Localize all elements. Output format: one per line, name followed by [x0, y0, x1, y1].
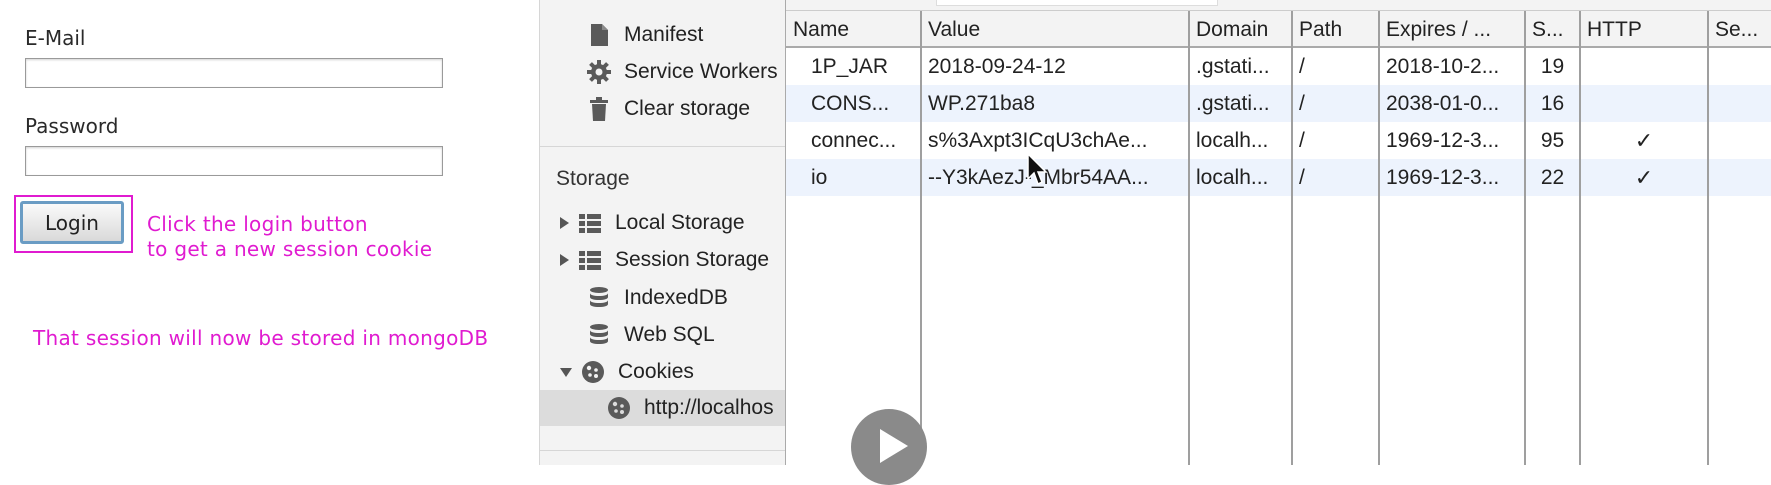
sidebar-item-label: Cookies [618, 360, 694, 383]
gear-icon [586, 59, 612, 85]
storage-section-header: Storage [556, 167, 630, 190]
document-icon [586, 22, 612, 48]
cell-http [1580, 48, 1708, 85]
cell-name: CONS... [811, 92, 890, 115]
column-header-http[interactable]: HTTP [1580, 11, 1708, 48]
cell-secure [1708, 85, 1771, 122]
column-divider[interactable] [920, 11, 922, 465]
grid-icon [577, 210, 603, 236]
sidebar-item-label: Local Storage [615, 211, 745, 234]
devtools-sidebar: Manifest Service Workers Clear storage S… [539, 0, 786, 465]
table-row[interactable]: CONS... WP.271ba8 .gstati... / 2038-01-0… [786, 85, 1771, 122]
cell-path: / [1299, 92, 1305, 115]
sidebar-item-label: Service Workers [624, 60, 778, 83]
column-divider[interactable] [1378, 11, 1380, 465]
cell-domain: localh... [1196, 166, 1269, 189]
cell-domain: localh... [1196, 129, 1269, 152]
table-toolbar [786, 0, 1771, 11]
column-divider[interactable] [1524, 11, 1526, 465]
grid-icon [577, 247, 603, 273]
play-icon [880, 429, 908, 463]
cell-expires: 1969-12-3... [1386, 166, 1500, 189]
sidebar-item-local-storage[interactable]: Local Storage [560, 206, 745, 240]
cell-name: io [811, 166, 828, 189]
sidebar-item-label: Manifest [624, 23, 704, 46]
sidebar-item-label: http://localhos [644, 396, 774, 419]
cell-expires: 1969-12-3... [1386, 129, 1500, 152]
column-header-path[interactable]: Path [1292, 11, 1379, 48]
column-header-value[interactable]: Value [921, 11, 1189, 48]
cell-expires: 2018-10-2... [1386, 55, 1500, 78]
cell-size: 22 [1540, 166, 1565, 189]
sidebar-item-label: Clear storage [624, 97, 751, 120]
column-divider[interactable] [1291, 11, 1293, 465]
column-divider[interactable] [1188, 11, 1190, 465]
table-row[interactable]: 1P_JAR 2018-09-24-12 .gstati... / 2018-1… [786, 48, 1771, 85]
cell-secure [1708, 48, 1771, 85]
email-field[interactable] [25, 58, 443, 88]
sidebar-item-service-workers[interactable]: Service Workers [586, 55, 778, 89]
expand-arrow-icon[interactable] [560, 254, 569, 266]
cell-path: / [1299, 55, 1305, 78]
sidebar-item-session-storage[interactable]: Session Storage [560, 243, 769, 277]
cell-domain: .gstati... [1196, 55, 1270, 78]
database-icon [586, 285, 612, 311]
login-button[interactable]: Login [20, 201, 124, 244]
annotation-line-2: to get a new session cookie [147, 237, 433, 261]
sidebar-item-label: Web SQL [624, 323, 715, 346]
cell-http [1580, 85, 1708, 122]
column-divider[interactable] [1579, 11, 1581, 465]
expand-arrow-icon[interactable] [560, 217, 569, 229]
trash-icon [586, 96, 612, 122]
column-header-secure[interactable]: Se... [1708, 11, 1771, 48]
cookie-table: Name Value Domain Path Expires / ... S..… [785, 0, 1771, 465]
annotation-bottom: That session will now be stored in mongo… [33, 326, 489, 350]
password-label: Password [25, 114, 119, 138]
sidebar-item-cookies[interactable]: Cookies [560, 355, 694, 389]
checkmark-icon: ✓ [1634, 128, 1654, 153]
email-label: E-Mail [25, 26, 86, 50]
cell-name: connec... [811, 129, 897, 152]
sidebar-item-label: IndexedDB [624, 286, 728, 309]
cell-size: 16 [1540, 92, 1565, 115]
cell-value: WP.271ba8 [928, 92, 1036, 115]
sidebar-item-cookie-origin[interactable]: http://localhos [540, 390, 786, 426]
sidebar-divider [540, 146, 786, 147]
table-row[interactable]: connec... s%3Axpt3ICqU3chAe... localh...… [786, 122, 1771, 159]
cookie-icon [606, 395, 632, 421]
cell-expires: 2038-01-0... [1386, 92, 1500, 115]
column-header-domain[interactable]: Domain [1189, 11, 1292, 48]
database-icon [586, 322, 612, 348]
login-panel: E-Mail Password Login Click the login bu… [0, 0, 536, 465]
cell-value: 2018-09-24-12 [928, 55, 1066, 78]
table-row[interactable]: io --Y3kAezJ-_Mbr54AA... localh... / 196… [786, 159, 1771, 196]
cell-value: s%3Axpt3ICqU3chAe... [928, 129, 1148, 152]
cell-path: / [1299, 166, 1305, 189]
sidebar-divider [540, 450, 786, 451]
column-header-name[interactable]: Name [786, 11, 921, 48]
play-button[interactable] [851, 409, 927, 485]
filter-input[interactable] [936, 0, 1218, 6]
cell-domain: .gstati... [1196, 92, 1270, 115]
column-header-expires[interactable]: Expires / ... [1379, 11, 1525, 48]
cell-secure [1708, 122, 1771, 159]
cell-name: 1P_JAR [811, 55, 889, 78]
cell-path: / [1299, 129, 1305, 152]
column-header-size[interactable]: S... [1525, 11, 1580, 48]
annotation-line-1: Click the login button [147, 212, 368, 236]
cell-secure [1708, 159, 1771, 196]
sidebar-item-web-sql[interactable]: Web SQL [586, 318, 715, 352]
sidebar-item-label: Session Storage [615, 248, 770, 271]
password-field[interactable] [25, 146, 443, 176]
cell-size: 95 [1540, 129, 1565, 152]
cookie-icon [580, 359, 606, 385]
sidebar-item-manifest[interactable]: Manifest [586, 18, 703, 52]
sidebar-item-indexeddb[interactable]: IndexedDB [586, 281, 728, 315]
checkmark-icon: ✓ [1634, 165, 1654, 190]
cell-size: 19 [1540, 55, 1565, 78]
sidebar-item-clear-storage[interactable]: Clear storage [586, 92, 750, 126]
collapse-arrow-icon[interactable] [560, 367, 572, 377]
column-divider[interactable] [1707, 11, 1709, 465]
cell-value: --Y3kAezJ-_Mbr54AA... [921, 159, 1189, 196]
